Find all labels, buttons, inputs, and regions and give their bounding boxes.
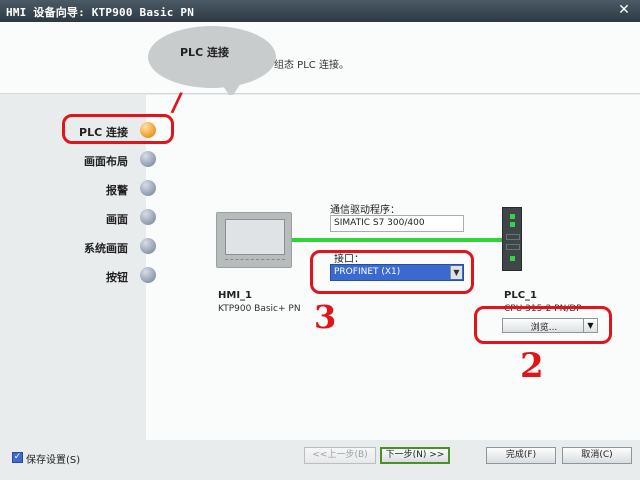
step-dot-icon [140,151,156,167]
step-dot-icon [140,267,156,283]
finish-button[interactable]: 完成(F) [486,447,556,464]
hmi-device-type: KTP900 Basic+ PN [218,304,301,314]
driver-label: 通信驱动程序： [330,205,400,216]
sidebar-item-screen-layout[interactable]: 画面布局 [60,149,156,173]
annotation-box-2 [474,306,612,344]
plc-module [506,234,520,240]
plc-cpu-icon [502,207,522,271]
sidebar-item-label: 按钮 [106,271,128,284]
step-description: 组态 PLC 连接。 [274,60,349,71]
sidebar-item-alarms[interactable]: 报警 [60,178,156,202]
hmi-screen [225,219,285,255]
connection-line [292,238,502,242]
save-settings-checkbox[interactable]: ✓ [12,452,23,463]
title-bar: HMI 设备向导: KTP900 Basic PN ✕ [0,0,640,22]
cancel-button[interactable]: 取消(C) [562,447,632,464]
back-button[interactable]: <<上一步(B) [304,447,376,464]
plc-device-name: PLC_1 [504,290,537,301]
sidebar-item-label: 画面 [106,213,128,226]
plc-led [510,256,515,261]
sidebar-item-system-screens[interactable]: 系统画面 [60,236,156,260]
sidebar-item-label: 报警 [106,184,128,197]
plc-led [510,214,515,219]
step-dot-icon [140,180,156,196]
driver-field: SIMATIC S7 300/400 [330,215,464,232]
sidebar-item-label: 系统画面 [84,242,128,255]
annotation-mark-2: 2 [520,346,544,386]
close-icon[interactable]: ✕ [616,2,632,18]
save-settings-label[interactable]: 保存设置(S) [26,451,80,466]
hmi-keys [225,259,285,263]
next-button[interactable]: 下一步(N) >> [380,447,450,464]
annotation-box-3 [310,250,474,294]
hmi-device-name: HMI_1 [218,290,252,301]
annotation-mark-3: 3 [314,298,337,336]
sidebar-item-label: 画面布局 [84,155,128,168]
step-dot-icon [140,209,156,225]
window-title: HMI 设备向导: KTP900 Basic PN [6,6,195,19]
step-title: PLC 连接 [180,46,229,59]
sidebar-item-screens[interactable]: 画面 [60,207,156,231]
plc-module [506,244,520,250]
annotation-box-1 [62,114,174,144]
plc-led [510,222,515,227]
step-dot-icon [140,238,156,254]
hmi-panel-icon [216,212,292,268]
sidebar-item-buttons[interactable]: 按钮 [60,265,156,289]
